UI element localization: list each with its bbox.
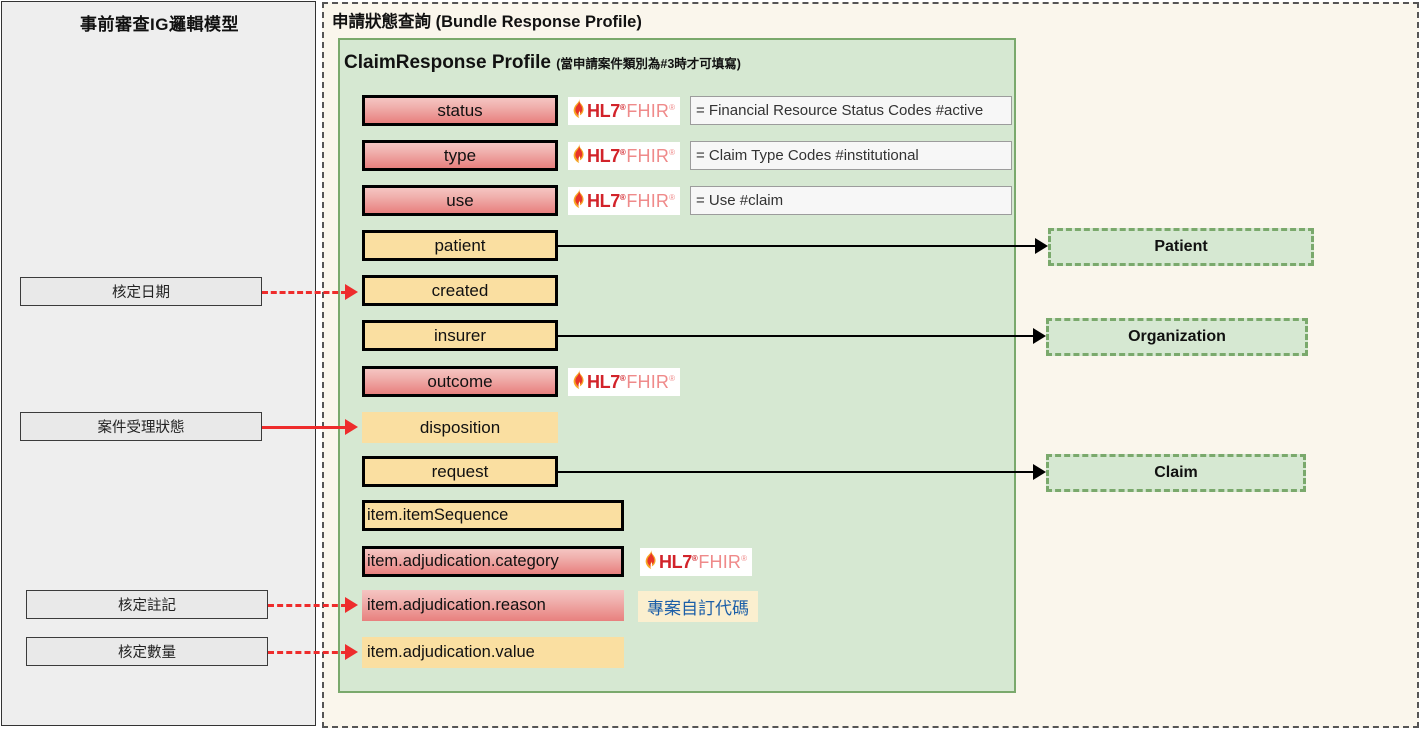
target-resource-box[interactable]: Organization [1046, 318, 1308, 356]
custom-code-badge: 專案自訂代碼 [638, 591, 758, 622]
hl7-wordmark: HL7® [587, 372, 626, 392]
fhir-wordmark: FHIR® [626, 372, 676, 392]
hl7-fhir-badge: HL7® FHIR® [568, 97, 681, 125]
bundle-title: 申請狀態查詢 (Bundle Response Profile) [332, 13, 642, 31]
reference-connector-line [558, 335, 1034, 337]
profile-field-item.itemSequence[interactable]: item.itemSequence [362, 500, 624, 531]
fhir-wordmark: FHIR® [626, 191, 676, 211]
profile-field-outcome[interactable]: outcome [362, 366, 558, 397]
profile-field-item.adjudication.category[interactable]: item.adjudication.category [362, 546, 624, 577]
claimresponse-profile-title: ClaimResponse Profile (當申請案件類別為#3時才可填寫) [344, 52, 741, 74]
fhir-wordmark: FHIR® [626, 101, 676, 121]
profile-field-insurer[interactable]: insurer [362, 320, 558, 351]
hl7-flame-icon [571, 189, 587, 213]
profile-field-patient[interactable]: patient [362, 230, 558, 261]
hl7-wordmark: HL7® [587, 191, 626, 211]
reference-connector-arrowhead [1033, 464, 1046, 480]
profile-field-item.adjudication.value[interactable]: item.adjudication.value [362, 637, 624, 668]
hl7-fhir-badge: HL7® FHIR® [640, 548, 753, 576]
fhir-wordmark: FHIR® [626, 146, 676, 166]
profile-field-request[interactable]: request [362, 456, 558, 487]
hl7-flame-icon [571, 99, 587, 123]
profile-field-item.adjudication.reason[interactable]: item.adjudication.reason [362, 590, 624, 621]
profile-title-note: (當申請案件類別為#3時才可填寫) [556, 57, 741, 71]
profile-field-type[interactable]: type [362, 140, 558, 171]
source-connector-arrowhead [345, 644, 358, 660]
profile-field-created[interactable]: created [362, 275, 558, 306]
profile-field-status[interactable]: status [362, 95, 558, 126]
binding-code-box: = Use #claim [690, 186, 1012, 215]
source-connector-line [268, 651, 347, 654]
target-resource-box[interactable]: Patient [1048, 228, 1314, 266]
hl7-flame-icon [571, 144, 587, 168]
source-connector-line [268, 604, 347, 607]
binding-code-box: = Claim Type Codes #institutional [690, 141, 1012, 170]
target-resource-box[interactable]: Claim [1046, 454, 1306, 492]
hl7-wordmark: HL7® [587, 101, 626, 121]
reference-connector-arrowhead [1035, 238, 1048, 254]
source-connector-arrowhead [345, 284, 358, 300]
binding-code-box: = Financial Resource Status Codes #activ… [690, 96, 1012, 125]
reference-connector-line [558, 245, 1036, 247]
reference-connector-line [558, 471, 1034, 473]
source-field-box[interactable]: 核定日期 [20, 277, 262, 306]
hl7-flame-icon [571, 370, 587, 394]
profile-title-text: ClaimResponse Profile [344, 52, 551, 73]
left-panel-title: 事前審查IG邏輯模型 [80, 15, 239, 34]
source-connector-arrowhead [345, 597, 358, 613]
hl7-fhir-badge: HL7® FHIR® [568, 368, 681, 396]
hl7-wordmark: HL7® [659, 552, 698, 572]
hl7-wordmark: HL7® [587, 146, 626, 166]
diagram-canvas: 事前審查IG邏輯模型 申請狀態查詢 (Bundle Response Profi… [0, 0, 1421, 732]
source-connector-line [262, 426, 347, 429]
fhir-wordmark: FHIR® [698, 552, 748, 572]
profile-field-use[interactable]: use [362, 185, 558, 216]
hl7-fhir-badge: HL7® FHIR® [568, 187, 681, 215]
profile-field-disposition[interactable]: disposition [362, 412, 558, 443]
source-connector-arrowhead [345, 419, 358, 435]
hl7-fhir-badge: HL7® FHIR® [568, 142, 681, 170]
hl7-flame-icon [643, 550, 659, 574]
source-field-box[interactable]: 案件受理狀態 [20, 412, 262, 441]
source-field-box[interactable]: 核定數量 [26, 637, 268, 666]
source-connector-line [262, 291, 347, 294]
reference-connector-arrowhead [1033, 328, 1046, 344]
source-field-box[interactable]: 核定註記 [26, 590, 268, 619]
